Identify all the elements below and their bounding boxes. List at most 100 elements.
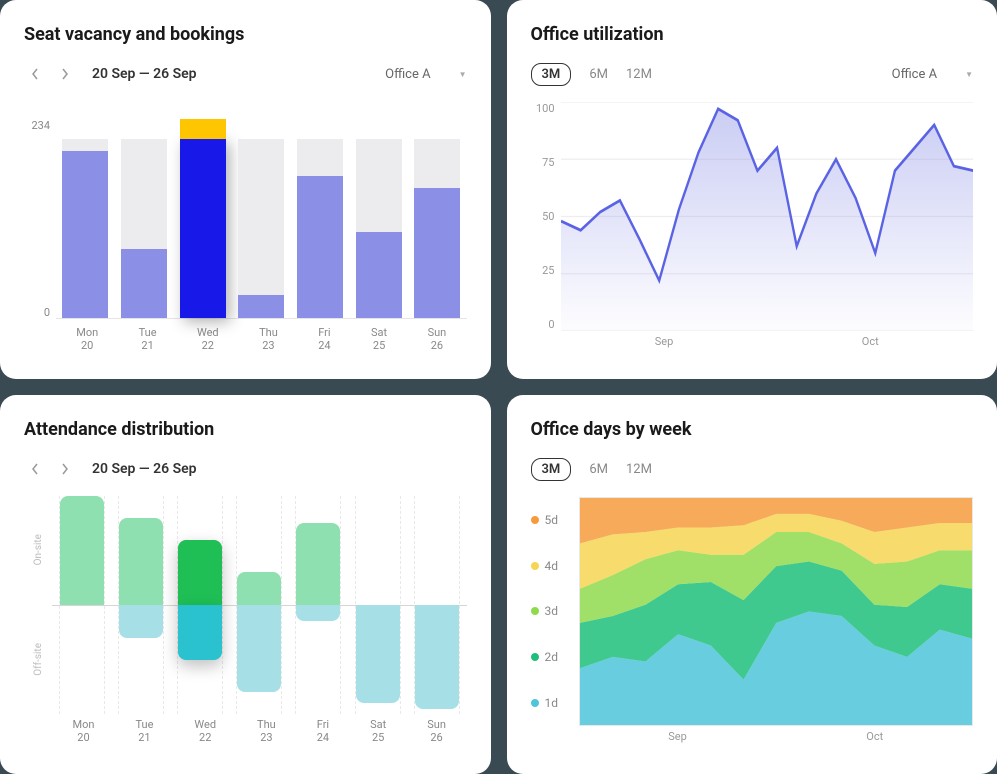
- util-y-tick: 100: [536, 102, 555, 115]
- days-controls: 3M 6M 12M: [531, 458, 974, 481]
- seat-bar[interactable]: [356, 119, 402, 318]
- days-legend-item: 4d: [531, 559, 579, 573]
- seat-title: Seat vacancy and bookings: [24, 24, 467, 45]
- seat-xaxis: Mon20Tue21Wed22Thu23Fri24Sat25Sun26: [56, 319, 467, 355]
- util-plot: [561, 102, 974, 331]
- util-y-tick: 25: [542, 264, 554, 277]
- seat-bar[interactable]: [180, 119, 226, 318]
- legend-dot-icon: [531, 653, 539, 661]
- util-office-dropdown[interactable]: Office A ▼: [892, 67, 973, 82]
- att-plot: [52, 496, 467, 714]
- days-plot: [579, 497, 974, 726]
- util-range-tab[interactable]: 6M: [589, 67, 608, 82]
- seat-date-range: 20 Sep — 26 Sep: [92, 66, 197, 82]
- seat-prev-button[interactable]: [24, 63, 46, 85]
- seat-next-button[interactable]: [54, 63, 76, 85]
- seat-bar[interactable]: [414, 119, 460, 318]
- att-bar[interactable]: [355, 496, 401, 714]
- att-bar[interactable]: [295, 496, 341, 714]
- days-title: Office days by week: [531, 419, 974, 440]
- chevron-down-icon: ▼: [459, 70, 467, 79]
- att-xaxis: Mon20 Tue21 Wed22 Thu23 Fri24 Sat25 Sun26: [52, 714, 467, 750]
- att-x-label: Thu23: [257, 714, 276, 750]
- legend-label: 4d: [545, 559, 559, 573]
- util-x-tick: Oct: [862, 335, 879, 355]
- seat-chart: 234 0 Mon20Tue21Wed22Thu23Fri24Sat25Sun2…: [24, 101, 467, 355]
- seat-office-dropdown[interactable]: Office A ▼: [385, 67, 466, 82]
- seat-y-top: 234: [31, 119, 50, 132]
- att-x-label: Sat25: [370, 714, 386, 750]
- att-ylabels: On-site Off-site: [24, 496, 52, 714]
- seat-x-label: Sat25: [371, 322, 387, 352]
- util-yaxis: 100 75 50 25 0: [531, 102, 561, 331]
- utilization-card: Office utilization 3M 6M 12M Office A ▼ 10…: [507, 0, 997, 379]
- days-x-tick: Sep: [668, 730, 687, 750]
- seat-bar[interactable]: [297, 119, 343, 318]
- attendance-card: Attendance distribution 20 Sep — 26 Sep …: [0, 395, 491, 774]
- days-range-tab[interactable]: 3M: [531, 458, 572, 481]
- att-bar[interactable]: [177, 496, 223, 714]
- util-range-tabs: 3M 6M 12M: [531, 63, 652, 86]
- seat-x-label: Fri24: [318, 322, 330, 352]
- att-controls: 20 Sep — 26 Sep: [24, 458, 467, 480]
- att-prev-button[interactable]: [24, 458, 46, 480]
- att-bar[interactable]: [414, 496, 460, 714]
- chevron-right-icon: [61, 463, 69, 475]
- seat-x-label: Thu23: [259, 322, 278, 352]
- days-range-tabs: 3M 6M 12M: [531, 458, 652, 481]
- legend-dot-icon: [531, 562, 539, 570]
- att-offsite-label: Off-site: [33, 643, 44, 676]
- seat-bar[interactable]: [121, 119, 167, 318]
- seat-yaxis: 234 0: [24, 101, 56, 319]
- util-chart: 100 75 50 25 0 Sep Oct: [531, 102, 974, 355]
- days-range-tab[interactable]: 6M: [589, 462, 608, 477]
- att-chart: On-site Off-site Mon20 Tue21 Wed22 Thu23 Fri…: [24, 496, 467, 750]
- legend-label: 3d: [545, 604, 559, 618]
- util-y-tick: 75: [542, 156, 554, 169]
- att-x-label: Fri24: [317, 714, 329, 750]
- util-office-label: Office A: [892, 67, 937, 82]
- chevron-left-icon: [31, 463, 39, 475]
- att-x-label: Wed22: [194, 714, 216, 750]
- att-onsite-label: On-site: [33, 534, 44, 565]
- util-range-tab[interactable]: 12M: [626, 67, 652, 82]
- util-range-tab[interactable]: 3M: [531, 63, 572, 86]
- seat-y-bottom: 0: [44, 306, 50, 319]
- days-range-tab[interactable]: 12M: [626, 462, 652, 477]
- seat-office-label: Office A: [385, 67, 430, 82]
- seat-bar[interactable]: [238, 119, 284, 318]
- days-chart: 5d 4d 3d 2d 1d SepOct: [531, 497, 974, 750]
- seat-bar[interactable]: [62, 119, 108, 318]
- att-next-button[interactable]: [54, 458, 76, 480]
- legend-dot-icon: [531, 516, 539, 524]
- util-x-tick: Sep: [655, 335, 674, 355]
- att-x-label: Sun26: [427, 714, 446, 750]
- legend-label: 5d: [545, 513, 559, 527]
- legend-label: 2d: [545, 650, 559, 664]
- util-xaxis: Sep Oct: [561, 331, 974, 355]
- seat-x-label: Wed22: [197, 322, 219, 352]
- seat-x-label: Tue21: [139, 322, 157, 352]
- util-y-tick: 50: [542, 210, 554, 223]
- seat-vacancy-card: Seat vacancy and bookings 20 Sep — 26 Se…: [0, 0, 491, 379]
- days-legend-item: 3d: [531, 604, 579, 618]
- legend-dot-icon: [531, 699, 539, 707]
- days-xaxis: SepOct: [579, 726, 974, 750]
- util-controls: 3M 6M 12M Office A ▼: [531, 63, 974, 86]
- seat-controls: 20 Sep — 26 Sep Office A ▼: [24, 63, 467, 85]
- util-title: Office utilization: [531, 24, 974, 45]
- office-days-card: Office days by week 3M 6M 12M 5d 4d 3d 2d 1d S…: [507, 395, 997, 774]
- att-bar[interactable]: [59, 496, 105, 714]
- att-bar[interactable]: [118, 496, 164, 714]
- chevron-down-icon: ▼: [965, 70, 973, 79]
- days-legend-item: 2d: [531, 650, 579, 664]
- att-bar[interactable]: [236, 496, 282, 714]
- att-x-label: Tue21: [135, 714, 153, 750]
- att-date-range: 20 Sep — 26 Sep: [92, 461, 197, 477]
- util-y-tick: 0: [548, 318, 554, 331]
- legend-label: 1d: [545, 696, 559, 710]
- days-legend-item: 5d: [531, 513, 579, 527]
- att-x-label: Mon20: [73, 714, 95, 750]
- days-legend: 5d 4d 3d 2d 1d: [531, 497, 579, 726]
- seat-x-label: Sun26: [428, 322, 447, 352]
